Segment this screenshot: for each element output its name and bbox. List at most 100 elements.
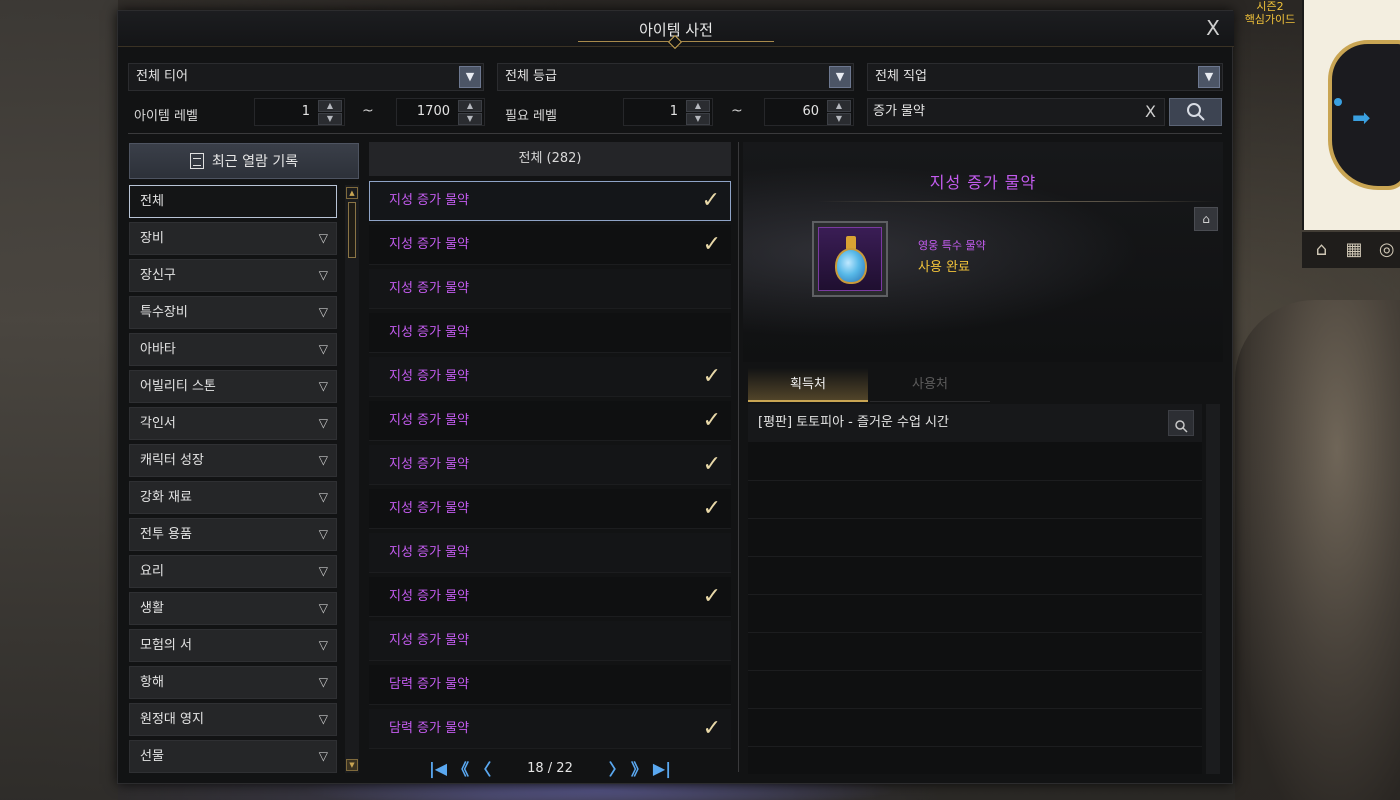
recent-history-button[interactable]: 최근 열람 기록 — [129, 143, 359, 179]
category-scrollbar[interactable]: ▲ ▼ — [345, 185, 359, 773]
item-status-text: 사용 완료 — [918, 260, 970, 275]
compass-icon[interactable]: ◎ — [1373, 236, 1400, 264]
checkmark-icon: ✓ — [702, 408, 721, 433]
chevron-down-icon: ▽ — [318, 527, 328, 541]
chevron-down-icon: ▽ — [318, 675, 328, 689]
chevron-down-icon: ▽ — [318, 453, 328, 467]
scroll-down-icon[interactable]: ▼ — [346, 759, 358, 771]
chevron-down-icon: ▽ — [318, 305, 328, 319]
minimap[interactable]: ➡ — [1302, 0, 1400, 230]
list-item[interactable]: 지성 증가 물약 ✓ — [369, 577, 731, 617]
range-separator: ~ — [731, 103, 743, 119]
list-item[interactable]: 지성 증가 물약 ✓ — [369, 445, 731, 485]
chevron-down-icon[interactable]: ▼ — [829, 66, 851, 88]
tab-acquisition[interactable]: 획득처 — [748, 368, 868, 402]
category-item[interactable]: 장비 ▽ — [129, 222, 337, 255]
item-level-max-stepper[interactable]: ▲ ▼ — [458, 100, 482, 125]
prev-group-icon[interactable]: 《 — [453, 756, 469, 780]
source-item[interactable]: [평판] 토토피아 - 즐거운 수업 시간 — [748, 404, 1202, 442]
category-list: 전체 장비 ▽ 장신구 ▽ 특수장비 ▽ 아바타 ▽ 어빌리티 스톤 ▽ 각인서 ▽ 캐릭터… — [129, 185, 339, 773]
item-list: 지성 증가 물약 ✓ 지성 증가 물약 ✓ 지성 증가 물약 지성 증가 물약 지성… — [369, 181, 731, 749]
list-item[interactable]: 담력 증가 물약 ✓ — [369, 709, 731, 749]
category-item[interactable]: 어빌리티 스톤 ▽ — [129, 370, 337, 403]
search-button[interactable] — [1169, 98, 1222, 126]
scroll-thumb[interactable] — [348, 202, 356, 258]
list-item[interactable]: 담력 증가 물약 — [369, 665, 731, 705]
list-item[interactable]: 지성 증가 물약 — [369, 313, 731, 353]
next-group-icon[interactable]: 》 — [631, 756, 647, 780]
list-item[interactable]: 지성 증가 물약 ✓ — [369, 489, 731, 529]
checkmark-icon: ✓ — [702, 364, 721, 389]
item-level-min-field[interactable]: 1 ▲ ▼ — [254, 98, 345, 126]
list-item[interactable]: 지성 증가 물약 — [369, 269, 731, 309]
item-level-max-field[interactable]: 1700 ▲ ▼ — [396, 98, 485, 126]
category-item[interactable]: 전투 용품 ▽ — [129, 518, 337, 551]
required-level-max-stepper[interactable]: ▲ ▼ — [827, 100, 851, 125]
list-item[interactable]: 지성 증가 물약 — [369, 533, 731, 573]
category-item[interactable]: 장신구 ▽ — [129, 259, 337, 292]
chevron-down-icon: ▽ — [318, 490, 328, 504]
chevron-down-icon: ▽ — [318, 342, 328, 356]
chevron-down-icon[interactable]: ▼ — [1198, 66, 1220, 88]
first-page-icon[interactable]: |◀ — [429, 759, 447, 778]
category-item[interactable]: 각인서 ▽ — [129, 407, 337, 440]
list-item[interactable]: 지성 증가 물약 ✓ — [369, 401, 731, 441]
search-input[interactable]: 증가 물약 X — [867, 98, 1165, 126]
required-level-min-stepper[interactable]: ▲ ▼ — [686, 100, 710, 125]
category-item[interactable]: 모험의 서 ▽ — [129, 629, 337, 662]
row-divider — [748, 670, 1202, 671]
checkmark-icon: ✓ — [701, 188, 720, 213]
title-ornament — [578, 34, 774, 50]
gift-icon[interactable]: ▦ — [1341, 236, 1368, 264]
checkmark-icon: ✓ — [702, 716, 721, 741]
category-item[interactable]: 특수장비 ▽ — [129, 296, 337, 329]
category-item[interactable]: 요리 ▽ — [129, 555, 337, 588]
document-icon — [189, 153, 204, 169]
row-divider — [748, 518, 1202, 519]
required-level-min-field[interactable]: 1 ▲ ▼ — [623, 98, 713, 126]
chevron-down-icon: ▽ — [318, 379, 328, 393]
category-item[interactable]: 항해 ▽ — [129, 666, 337, 699]
list-item[interactable]: 지성 증가 물약 ✓ — [369, 181, 731, 221]
list-header: 전체 (282) — [369, 142, 731, 176]
source-scrollbar[interactable] — [1206, 404, 1220, 774]
chevron-down-icon: ▽ — [318, 749, 328, 763]
category-all[interactable]: 전체 — [129, 185, 337, 218]
next-page-icon[interactable]: 〉 — [609, 756, 625, 780]
category-item[interactable]: 캐릭터 성장 ▽ — [129, 444, 337, 477]
search-icon — [1186, 103, 1205, 121]
chevron-down-icon: ▽ — [318, 416, 328, 430]
category-item[interactable]: 생활 ▽ — [129, 592, 337, 625]
tab-usage[interactable]: 사용처 — [870, 368, 990, 402]
item-level-min-stepper[interactable]: ▲ ▼ — [318, 100, 342, 125]
chevron-down-icon: ▽ — [318, 231, 328, 245]
tier-dropdown[interactable]: 전체 티어 ▼ — [128, 63, 484, 91]
category-item[interactable]: 강화 재료 ▽ — [129, 481, 337, 514]
scroll-up-icon[interactable]: ▲ — [346, 187, 358, 199]
title-bar[interactable]: 아이템 사전 X — [118, 11, 1234, 50]
list-item[interactable]: 지성 증가 물약 — [369, 621, 731, 661]
list-item[interactable]: 지성 증가 물약 ✓ — [369, 225, 731, 265]
required-level-max-field[interactable]: 60 ▲ ▼ — [764, 98, 854, 126]
close-icon[interactable]: X — [1202, 17, 1224, 39]
last-page-icon[interactable]: ▶| — [653, 759, 671, 778]
chevron-down-icon: ▽ — [318, 268, 328, 282]
chevron-down-icon[interactable]: ▼ — [459, 66, 481, 88]
minimap-toolbar: ⌂ ▦ ◎ — [1302, 232, 1400, 268]
grade-dropdown[interactable]: 전체 등급 ▼ — [497, 63, 854, 91]
map-search-icon[interactable]: ⌂ — [1308, 236, 1335, 264]
season-guide-label[interactable]: 시즌2 핵심가이드 — [1238, 0, 1302, 26]
list-item[interactable]: 지성 증가 물약 ✓ — [369, 357, 731, 397]
category-item[interactable]: 선물 ▽ — [129, 740, 337, 773]
checkmark-icon: ✓ — [702, 452, 721, 477]
search-icon[interactable] — [1168, 410, 1194, 436]
home-icon[interactable]: ⌂ — [1194, 207, 1218, 231]
chevron-down-icon: ▽ — [318, 564, 328, 578]
job-dropdown[interactable]: 전체 직업 ▼ — [867, 63, 1223, 91]
row-divider — [748, 632, 1202, 633]
category-item[interactable]: 아바타 ▽ — [129, 333, 337, 366]
category-item[interactable]: 원정대 영지 ▽ — [129, 703, 337, 736]
job-dropdown-value: 전체 직업 — [875, 69, 927, 84]
prev-page-icon[interactable]: 〈 — [475, 756, 491, 780]
clear-search-icon[interactable]: X — [1145, 99, 1156, 125]
